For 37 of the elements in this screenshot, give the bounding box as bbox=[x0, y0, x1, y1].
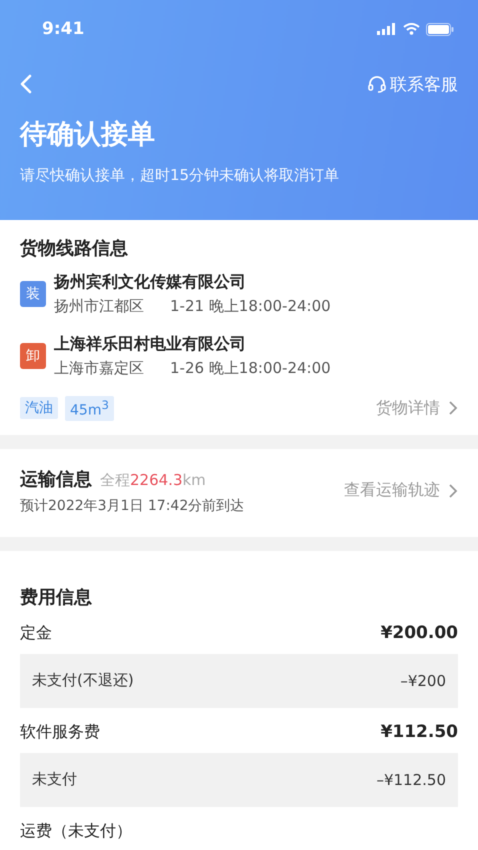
fee-label: 定金 bbox=[20, 622, 52, 644]
stop-type-tag: 装 bbox=[20, 281, 46, 307]
payment-status: 未支付 bbox=[32, 770, 77, 790]
customer-service-link[interactable]: 联系客服 bbox=[368, 72, 458, 96]
fee-label: 运费（未支付） bbox=[20, 820, 132, 842]
section-title: 货物线路信息 bbox=[20, 237, 129, 260]
fee-label: 软件服务费 bbox=[20, 722, 100, 743]
section-title: 运输信息 bbox=[20, 468, 92, 491]
back-icon[interactable] bbox=[20, 74, 32, 94]
chevron-icon bbox=[448, 400, 458, 416]
fee-amount: ¥112.50 bbox=[380, 722, 458, 743]
cargo-tag: 45m$^{3}$ bbox=[65, 396, 114, 421]
page-subtitle: 请尽快确认接单，超时15分钟未确认将取消订单 bbox=[20, 166, 340, 185]
company-name: 扬州宾利文化传媒有限公司 bbox=[54, 272, 247, 293]
district: 上海市嘉定区 bbox=[54, 359, 144, 377]
wifi-icon bbox=[403, 23, 420, 35]
status-time: 9:41 bbox=[42, 19, 84, 39]
section-title: 费用信息 bbox=[20, 586, 93, 609]
unpaid-amount: –¥112.50 bbox=[376, 770, 446, 789]
payment-status: 未支付(不退还) bbox=[32, 671, 134, 690]
signal-icon bbox=[377, 23, 397, 35]
stop-type-tag: 卸 bbox=[20, 343, 46, 369]
chevron-icon bbox=[448, 482, 458, 499]
battery-icon bbox=[426, 22, 454, 36]
fee-amount: ¥200.00 bbox=[380, 622, 458, 644]
cargo-tag: 汽油 bbox=[20, 397, 58, 420]
cargo-details-link[interactable]: 货物详情 bbox=[376, 398, 458, 419]
time-window: 1-21 晚上18:00-24:00 bbox=[170, 297, 331, 315]
headset-icon bbox=[368, 75, 386, 93]
total-distance: 全程2264.3km bbox=[100, 470, 206, 490]
estimated-arrival: 预计2022年3月1日 17:42分前到达 bbox=[20, 496, 244, 515]
time-window: 1-26 晚上18:00-24:00 bbox=[170, 359, 331, 377]
page-title: 待确认接单 bbox=[20, 118, 156, 152]
view-track-link[interactable]: 查看运输轨迹 bbox=[344, 480, 458, 502]
company-name: 上海祥乐田村电业有限公司 bbox=[54, 334, 247, 355]
unpaid-amount: –¥200 bbox=[400, 672, 446, 690]
district: 扬州市江都区 bbox=[54, 297, 144, 315]
